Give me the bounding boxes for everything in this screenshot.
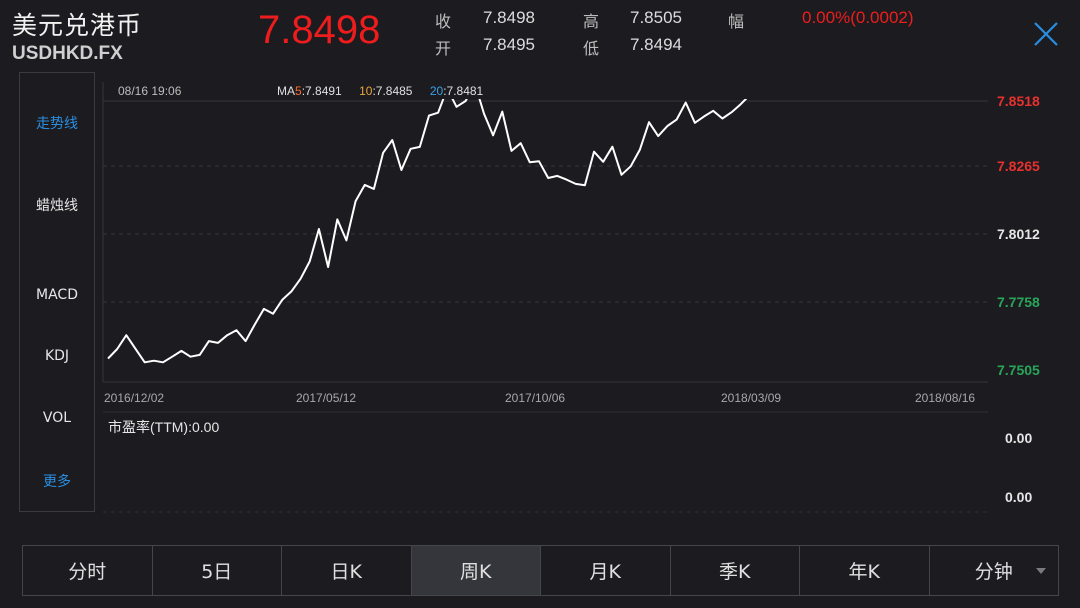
cursor-date: 08/16 19:06 — [118, 84, 182, 98]
tab-label: 日K — [330, 561, 362, 583]
x-tick-label: 2017/05/12 — [296, 391, 356, 405]
tab-yearly-k[interactable]: 年K — [800, 546, 930, 595]
chart-grid — [102, 82, 988, 383]
ma-legend: MA5:7.8491 10:7.8485 20:7.8481 — [277, 84, 484, 98]
y-tick-label: 7.8518 — [997, 93, 1040, 109]
y-tick-label: 7.7758 — [997, 294, 1040, 310]
y-tick-label: 7.8012 — [997, 226, 1040, 242]
x-tick-label: 2018/08/16 — [915, 391, 975, 405]
tab-daily-k[interactable]: 日K — [282, 546, 412, 595]
x-axis: 2016/12/02 2017/05/12 2017/10/06 2018/03/09… — [104, 391, 975, 405]
pe-axis-top: 0.00 — [1005, 430, 1032, 446]
tab-label: 季K — [719, 561, 751, 583]
tab-monthly-k[interactable]: 月K — [541, 546, 671, 595]
tab-quarterly-k[interactable]: 季K — [671, 546, 800, 595]
x-tick-label: 2017/10/06 — [505, 391, 565, 405]
tab-5day[interactable]: 5日 — [153, 546, 282, 595]
pe-axis-bottom: 0.00 — [1005, 489, 1032, 505]
price-series-line — [107, 99, 748, 364]
tab-minute[interactable]: 分钟 — [930, 546, 1059, 595]
ma10-period: 10 — [359, 84, 373, 98]
tab-label: 5日 — [201, 561, 233, 583]
tab-label: 分时 — [68, 561, 107, 583]
tab-label: 分钟 — [974, 561, 1013, 583]
ma5-value: 7.8491 — [305, 84, 342, 98]
tab-label: 月K — [589, 561, 621, 583]
tab-label: 年K — [848, 561, 880, 583]
x-tick-label: 2018/03/09 — [721, 391, 781, 405]
y-tick-label: 7.7505 — [997, 362, 1040, 378]
tab-label: 周K — [460, 561, 492, 583]
series-layer — [107, 99, 748, 364]
tab-intraday[interactable]: 分时 — [23, 546, 153, 595]
ma10-value: 7.8485 — [376, 84, 413, 98]
ma20-value: 7.8481 — [447, 84, 484, 98]
x-tick-label: 2016/12/02 — [104, 391, 164, 405]
chevron-down-icon[interactable] — [1036, 568, 1046, 574]
y-axis: 7.8518 7.8265 7.8012 7.7758 7.7505 — [997, 93, 1040, 378]
tab-weekly-k[interactable]: 周K — [411, 546, 541, 595]
pe-label: 市盈率(TTM):0.00 — [108, 419, 219, 435]
ma20-period: 20 — [430, 84, 444, 98]
period-tabbar: 分时 5日 日K 周K 月K 季K 年K 分钟 — [22, 545, 1059, 596]
y-tick-label: 7.8265 — [997, 158, 1040, 174]
price-chart[interactable]: 08/16 19:06 MA5:7.8491 10:7.8485 20:7.84… — [0, 0, 1080, 545]
ma-label: MA — [277, 84, 295, 98]
